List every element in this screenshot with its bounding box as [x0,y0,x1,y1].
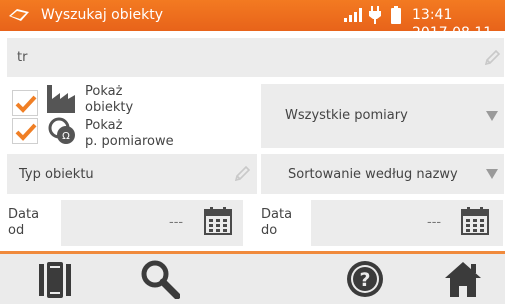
pencil-icon [484,49,501,66]
checkmark-icon [15,95,37,113]
show-objects-label-line1: Pokaż [85,84,123,99]
object-type-input[interactable]: Typ obiektu [7,154,257,194]
date-to-value: --- [427,215,442,230]
help-icon: ? [347,261,383,297]
datetime: 13:41 2017.08.11 [412,7,493,41]
signal-icon [344,8,362,22]
search-input-value: tr [17,50,28,65]
battery-icon [391,6,401,24]
objects-tree-icon [39,262,71,298]
show-points-label: Pokaż p. pomiarowe [85,118,174,150]
measurements-dropdown-value: Wszystkie pomiary [285,108,408,123]
date-from-field[interactable]: --- [61,200,243,246]
app-logo-icon [9,9,29,21]
title-bar: Wyszukaj obiekty 13:41 2017.08.11 [0,0,505,41]
calendar-icon [204,207,232,235]
chevron-down-icon [486,169,498,179]
home-button[interactable] [433,254,493,304]
search-button[interactable] [130,254,190,304]
search-icon [141,260,180,299]
object-type-placeholder: Typ obiektu [19,167,94,182]
search-input[interactable]: tr [7,38,504,77]
date-from-label: Data od [8,207,39,239]
date-from-label-line1: Data [8,207,40,222]
plug-icon [369,6,381,24]
show-objects-label-line2: obiekty [85,100,134,115]
show-points-label-line2: p. pomiarowe [85,134,174,149]
date-to-field[interactable]: --- [311,200,503,246]
measurement-point-icon: Ω [48,117,75,144]
factory-icon [47,85,75,113]
sort-dropdown-value: Sortowanie według nazwy [288,167,458,182]
page-title: Wyszukaj obiekty [41,7,164,23]
home-icon [445,262,481,297]
calendar-icon [461,207,489,235]
show-objects-label: Pokaż obiekty [85,84,133,116]
objects-tree-button[interactable] [25,254,85,304]
date-to-label-line1: Data [261,207,293,222]
help-button[interactable]: ? [335,254,395,304]
date-to-label: Data do [261,207,292,239]
svg-text:?: ? [359,269,370,291]
bottom-toolbar: ? [0,254,505,304]
date-from-label-line2: od [8,223,25,238]
checkmark-icon [15,123,37,141]
show-objects-checkbox[interactable] [12,90,38,116]
svg-text:Ω: Ω [62,131,70,142]
date-to-label-line2: do [261,223,278,238]
measurements-dropdown[interactable]: Wszystkie pomiary [261,84,504,148]
show-points-label-line1: Pokaż [85,118,123,133]
show-points-checkbox[interactable] [12,118,38,144]
chevron-down-icon [486,111,498,121]
pencil-icon [234,165,251,182]
sort-dropdown[interactable]: Sortowanie według nazwy [261,154,504,194]
date-from-value: --- [169,215,184,230]
